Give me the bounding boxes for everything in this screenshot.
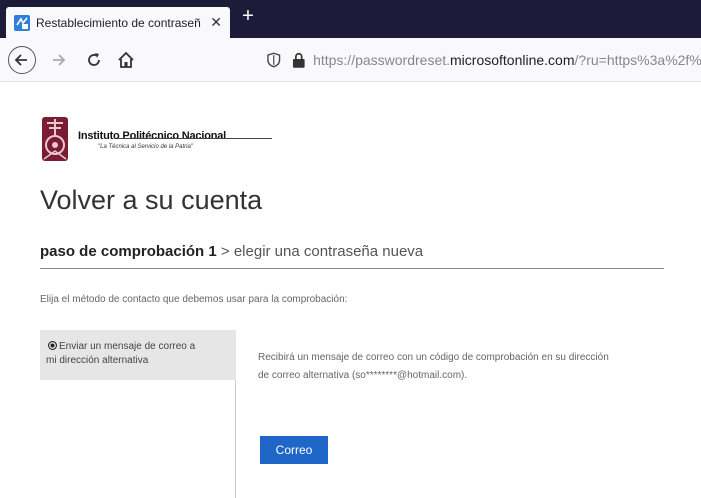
step-current: paso de comprobación 1 bbox=[40, 243, 217, 260]
method-option-alternate-email[interactable]: Enviar un mensaje de correo a mi direcci… bbox=[40, 330, 236, 380]
contact-method-list: Enviar un mensaje de correo a mi direcci… bbox=[40, 330, 236, 498]
forward-arrow-icon bbox=[53, 54, 66, 66]
url-path: /?ru=https%3a%2f%2f bbox=[574, 52, 701, 68]
reload-button[interactable] bbox=[80, 46, 108, 74]
navigation-toolbar: https://passwordreset.microsoftonline.co… bbox=[0, 38, 701, 82]
method-description-line1: Recibirá un mensaje de correo con un cód… bbox=[258, 352, 609, 363]
reload-icon bbox=[88, 53, 100, 66]
method-option-label-line1: Enviar un mensaje de correo a bbox=[59, 341, 196, 352]
url-domain: microsoftonline.com bbox=[450, 52, 575, 68]
shield-icon[interactable] bbox=[266, 52, 282, 68]
new-tab-button[interactable]: + bbox=[237, 4, 259, 28]
password-reset-favicon-icon bbox=[14, 14, 30, 31]
step-separator: > bbox=[216, 243, 234, 260]
forward-button[interactable] bbox=[44, 46, 72, 74]
institution-slogan: "La Técnica al Servicio de la Patria" bbox=[98, 144, 193, 150]
method-description-line2: de correo alternativa (so********@hotmai… bbox=[258, 370, 468, 381]
tab-strip: Restablecimiento de contraseñ ✕ + bbox=[0, 0, 701, 38]
url-prefix: https://passwordreset. bbox=[313, 52, 451, 68]
step-next: elegir una contraseña nueva bbox=[233, 243, 424, 260]
back-button[interactable] bbox=[8, 46, 36, 74]
send-email-button[interactable]: Correo bbox=[260, 436, 328, 464]
step-divider bbox=[40, 268, 664, 269]
tab-title: Restablecimiento de contraseñ bbox=[36, 15, 201, 30]
method-description: Recibirá un mensaje de correo con un cód… bbox=[258, 349, 688, 385]
radio-selected-icon[interactable] bbox=[48, 341, 57, 350]
step-breadcrumb: paso de comprobación 1 > elegir una cont… bbox=[40, 243, 423, 260]
ipn-seal-icon bbox=[42, 117, 68, 161]
institution-name: Instituto Politécnico Nacional bbox=[78, 130, 227, 142]
method-option-label-line2: mi dirección alternativa bbox=[46, 355, 149, 366]
home-icon bbox=[118, 51, 134, 68]
home-button[interactable] bbox=[112, 46, 140, 74]
close-tab-icon[interactable]: ✕ bbox=[210, 14, 222, 30]
logo-text-block: Instituto Politécnico Nacional "La Técni… bbox=[78, 130, 226, 150]
browser-tab-active[interactable]: Restablecimiento de contraseñ ✕ bbox=[6, 7, 230, 38]
lock-icon[interactable] bbox=[292, 52, 306, 68]
url-text: https://passwordreset.microsoftonline.co… bbox=[313, 52, 701, 68]
contact-method-instruction: Elija el método de contacto que debemos … bbox=[40, 294, 348, 305]
institution-logo: Instituto Politécnico Nacional "La Técni… bbox=[40, 112, 272, 168]
address-bar[interactable]: https://passwordreset.microsoftonline.co… bbox=[264, 44, 701, 76]
logo-underline bbox=[118, 138, 272, 139]
back-arrow-icon bbox=[14, 54, 27, 66]
page-title: Volver a su cuenta bbox=[40, 185, 263, 215]
